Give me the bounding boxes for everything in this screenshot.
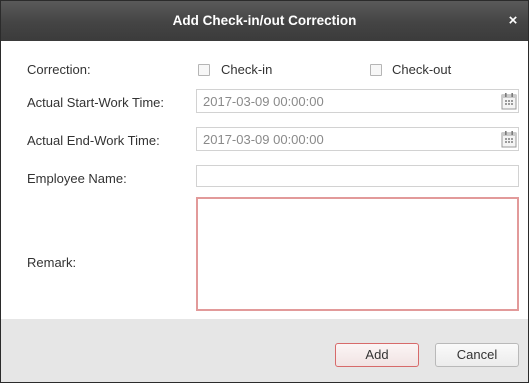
end-time-field[interactable]: 2017-03-09 00:00:00 xyxy=(196,127,519,151)
close-icon[interactable]: × xyxy=(504,1,522,41)
check-correction-dialog: Add Check-in/out Correction × Correction… xyxy=(0,0,529,383)
dialog-title: Add Check-in/out Correction xyxy=(172,13,357,28)
checkout-checkbox[interactable] xyxy=(370,64,382,76)
dialog-titlebar[interactable]: Add Check-in/out Correction × xyxy=(1,1,528,41)
calendar-icon[interactable] xyxy=(501,92,517,110)
cancel-button[interactable]: Cancel xyxy=(435,343,519,367)
start-time-value: 2017-03-09 00:00:00 xyxy=(203,94,324,109)
checkin-label[interactable]: Check-in xyxy=(221,62,272,77)
correction-label: Correction: xyxy=(27,62,91,77)
end-time-value: 2017-03-09 00:00:00 xyxy=(203,132,324,147)
calendar-icon[interactable] xyxy=(501,130,517,148)
dialog-footer: Add Cancel xyxy=(1,319,528,382)
add-button[interactable]: Add xyxy=(335,343,419,367)
remark-textarea[interactable] xyxy=(196,197,519,311)
end-time-label: Actual End-Work Time: xyxy=(27,133,160,148)
checkout-label[interactable]: Check-out xyxy=(392,62,451,77)
remark-label: Remark: xyxy=(27,255,77,270)
checkin-checkbox[interactable] xyxy=(198,64,210,76)
dialog-body: Correction: Check-in Check-out Actual St… xyxy=(1,41,528,319)
employee-name-label: Employee Name: xyxy=(27,171,127,186)
start-time-label: Actual Start-Work Time: xyxy=(27,95,165,110)
employee-name-input[interactable] xyxy=(196,165,519,187)
start-time-field[interactable]: 2017-03-09 00:00:00 xyxy=(196,89,519,113)
